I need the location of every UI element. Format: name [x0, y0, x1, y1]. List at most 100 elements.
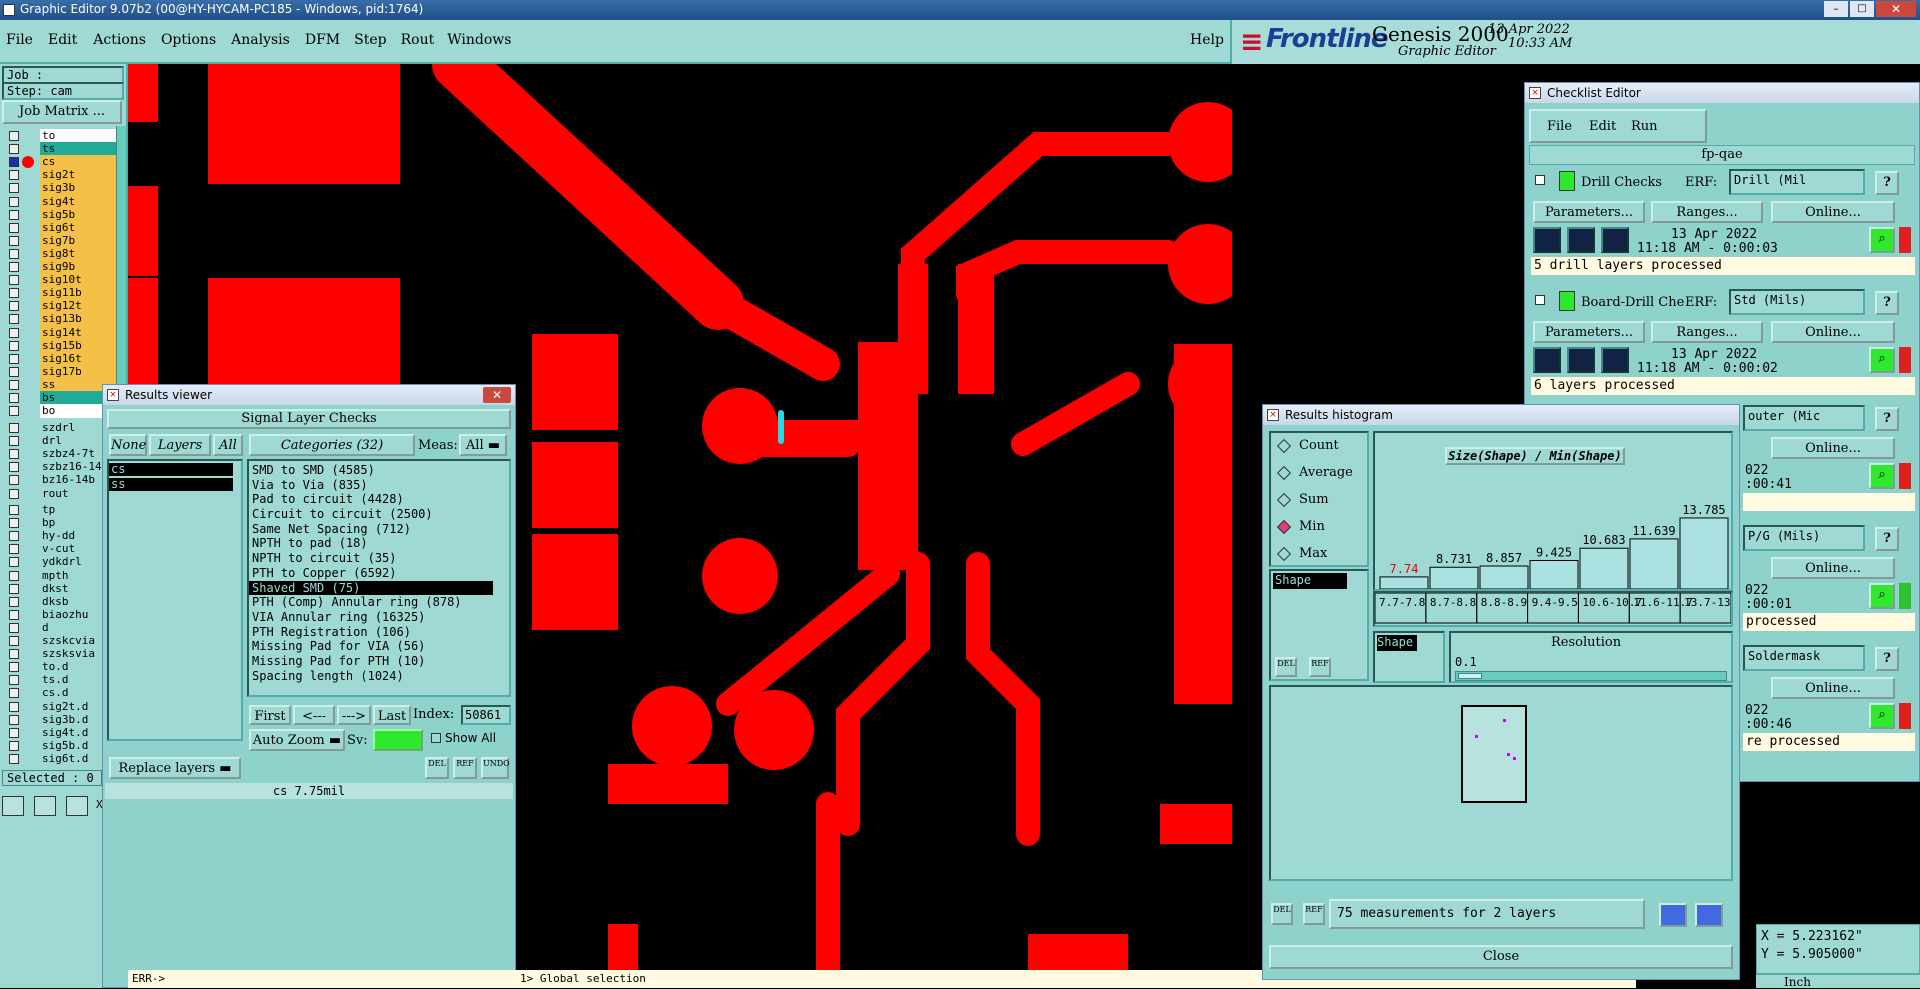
- help-icon[interactable]: ?: [1875, 647, 1899, 671]
- layer-row-sig7b[interactable]: sig7b: [0, 233, 130, 248]
- report-icon[interactable]: [1659, 903, 1687, 927]
- category-item[interactable]: PTH to Copper (6592): [249, 566, 493, 581]
- option-min[interactable]: Min: [1275, 518, 1369, 538]
- job-matrix-button[interactable]: Job Matrix ...: [2, 100, 122, 124]
- ranges-button[interactable]: Ranges...: [1651, 321, 1763, 343]
- del-button[interactable]: DEL: [1275, 657, 1297, 677]
- next-button[interactable]: --->: [337, 705, 371, 725]
- help-icon[interactable]: ?: [1875, 407, 1899, 431]
- layer-name-sig9b[interactable]: sig9b: [40, 260, 122, 274]
- erf-value[interactable]: P/G (Mils): [1743, 525, 1865, 551]
- units-select[interactable]: Inch: [1784, 975, 1811, 989]
- histogram-list[interactable]: Shape DEL REF: [1269, 569, 1369, 681]
- layer-visibility-checkbox[interactable]: [9, 393, 19, 403]
- radio-icon[interactable]: [1276, 465, 1292, 481]
- layer-visibility-checkbox[interactable]: [9, 235, 19, 246]
- result-layer-item[interactable]: ss: [109, 478, 233, 491]
- layer-visibility-checkbox[interactable]: [9, 157, 19, 168]
- radio-icon[interactable]: [1276, 546, 1292, 562]
- minimize-icon[interactable]: –: [1824, 1, 1848, 17]
- categories-button[interactable]: Categories (32): [249, 434, 415, 456]
- online-button[interactable]: Online...: [1771, 321, 1895, 343]
- zoom-icon[interactable]: ⌕: [1869, 347, 1895, 373]
- zoom-icon[interactable]: ⌕: [1869, 583, 1895, 609]
- highlight-icon[interactable]: [1695, 903, 1723, 927]
- category-item[interactable]: Circuit to circuit (2500): [249, 507, 493, 522]
- layer-row-sig14t[interactable]: sig14t: [0, 325, 130, 340]
- result-layer-item[interactable]: cs: [109, 463, 233, 476]
- layers-button[interactable]: Layers: [149, 434, 211, 456]
- layer-visibility-checkbox[interactable]: [9, 557, 19, 568]
- help-icon[interactable]: ?: [1875, 527, 1899, 551]
- layer-visibility-checkbox[interactable]: [9, 327, 19, 338]
- checklist-menu-edit[interactable]: Edit: [1589, 119, 1616, 134]
- layer-visibility-checkbox[interactable]: [9, 340, 19, 351]
- layer-visibility-checkbox[interactable]: [9, 596, 19, 607]
- option-average[interactable]: Average: [1275, 464, 1369, 484]
- check-name[interactable]: Board-Drill Che: [1581, 295, 1684, 310]
- menu-dfm[interactable]: DFM: [305, 32, 340, 48]
- online-button[interactable]: Online...: [1771, 437, 1895, 459]
- all-button[interactable]: All: [213, 434, 243, 456]
- layer-visibility-checkbox[interactable]: [9, 505, 19, 515]
- layer-row-sig5b[interactable]: sig5b: [0, 207, 130, 222]
- category-item[interactable]: Same Net Spacing (712): [249, 522, 493, 537]
- layer-name-sig15b[interactable]: sig15b: [40, 338, 122, 353]
- layer-name-ts[interactable]: ts: [40, 142, 122, 157]
- erf-value[interactable]: outer (Mic: [1743, 405, 1865, 431]
- layer-name-sig11b[interactable]: sig11b: [40, 286, 122, 301]
- layer-row-sig16t[interactable]: sig16t: [0, 351, 130, 366]
- category-item[interactable]: NPTH to pad (18): [249, 536, 493, 551]
- layer-visibility-checkbox[interactable]: [9, 531, 19, 542]
- shape-selector[interactable]: Shape: [1373, 631, 1445, 683]
- menu-file[interactable]: File: [6, 32, 33, 48]
- del-button[interactable]: DEL: [1271, 903, 1293, 925]
- histogram-bar[interactable]: [1629, 538, 1679, 589]
- first-button[interactable]: First: [249, 705, 291, 725]
- histogram-bar[interactable]: [1379, 576, 1429, 589]
- category-item[interactable]: NPTH to circuit (35): [249, 551, 493, 566]
- layer-name-cs[interactable]: cs: [40, 155, 122, 170]
- layer-row-sig8t[interactable]: sig8t: [0, 246, 130, 261]
- run-icon[interactable]: [1567, 227, 1595, 253]
- layer-name-sig17b[interactable]: sig17b: [40, 364, 122, 379]
- layer-visibility-checkbox[interactable]: [9, 701, 19, 712]
- checklist-menu-file[interactable]: File: [1547, 119, 1572, 134]
- zoom-icon[interactable]: ⌕: [1869, 703, 1895, 729]
- layer-visibility-checkbox[interactable]: [9, 544, 19, 555]
- layer-visibility-checkbox[interactable]: [9, 209, 19, 220]
- prev-button[interactable]: <---: [293, 705, 335, 725]
- help-icon[interactable]: ?: [1875, 171, 1899, 195]
- layer-visibility-checkbox[interactable]: [9, 248, 19, 259]
- layer-visibility-checkbox[interactable]: [9, 475, 19, 486]
- category-list[interactable]: SMD to SMD (4585) Via to Via (835) Pad to …: [247, 459, 511, 697]
- layer-name-sig7b[interactable]: sig7b: [40, 233, 122, 248]
- category-item[interactable]: Via to Via (835): [249, 478, 493, 493]
- category-item[interactable]: PTH (Comp) Annular ring (878): [249, 595, 493, 610]
- help-menu[interactable]: Help: [1190, 32, 1224, 48]
- layer-name-sig14t[interactable]: sig14t: [40, 325, 122, 340]
- sv-color-select[interactable]: [373, 729, 423, 751]
- meas-select[interactable]: All ▬: [459, 434, 507, 456]
- close-button[interactable]: Close: [1269, 945, 1733, 969]
- layer-row-cs[interactable]: cs: [0, 155, 130, 170]
- last-button[interactable]: Last: [373, 705, 411, 725]
- category-item[interactable]: VIA Annular ring (16325): [249, 610, 493, 625]
- check-enabled-checkbox[interactable]: [1535, 175, 1545, 185]
- layer-visibility-checkbox[interactable]: [9, 449, 19, 460]
- layer-name-sig10t[interactable]: sig10t: [40, 273, 122, 288]
- layer-name-sig3b[interactable]: sig3b: [40, 181, 122, 196]
- layer-visibility-checkbox[interactable]: [9, 714, 19, 725]
- layer-name-sig13b[interactable]: sig13b: [40, 312, 122, 327]
- layer-visibility-checkbox[interactable]: [9, 488, 19, 499]
- layer-visibility-checkbox[interactable]: [9, 406, 19, 417]
- layer-visibility-checkbox[interactable]: [9, 570, 19, 581]
- replace-layers-select[interactable]: Replace layers ▬: [109, 757, 241, 779]
- layer-visibility-checkbox[interactable]: [9, 688, 19, 699]
- radio-icon[interactable]: [1276, 492, 1292, 508]
- layer-visibility-checkbox[interactable]: [9, 753, 19, 764]
- show-all-checkbox[interactable]: [431, 733, 441, 743]
- tool-icon-3[interactable]: [66, 796, 88, 816]
- layer-row-sig3b[interactable]: sig3b: [0, 181, 130, 196]
- run-icon[interactable]: [1601, 227, 1629, 253]
